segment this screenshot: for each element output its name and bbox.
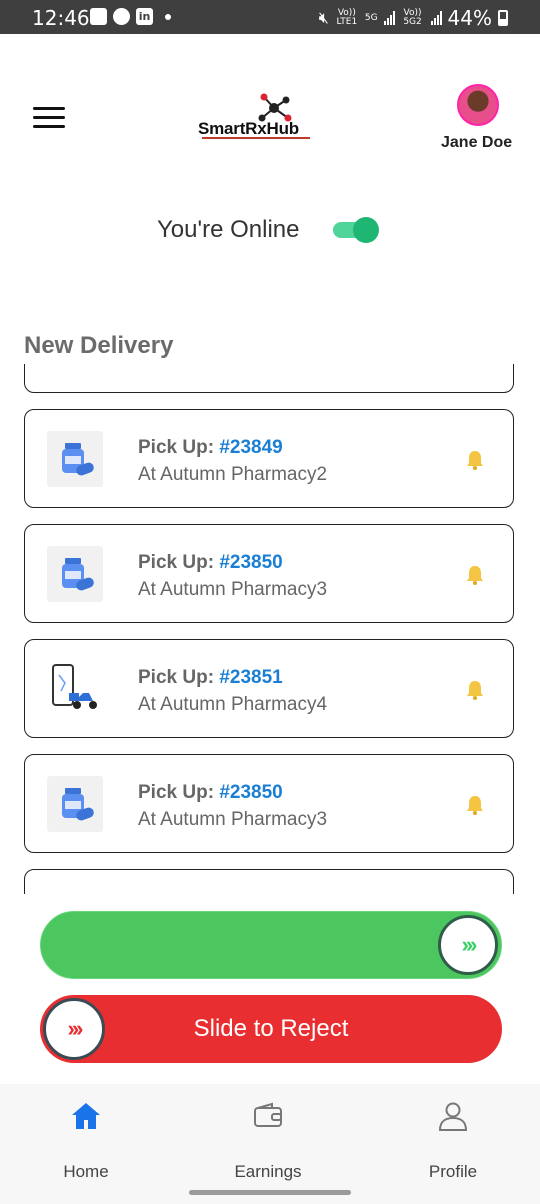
notification-icons: in: [90, 8, 171, 25]
online-toggle[interactable]: [333, 217, 379, 243]
pickup-location: At Autumn Pharmacy3: [138, 809, 328, 830]
accept-slider-handle[interactable]: ›››: [438, 915, 498, 975]
delivery-card[interactable]: Pick Up: #23851 At Autumn Pharmacy4: [24, 639, 514, 738]
mute-icon: 🔇︎: [318, 8, 329, 27]
section-title: New Delivery: [24, 332, 174, 359]
order-number[interactable]: #23850: [219, 552, 282, 573]
nav-earnings-label: Earnings: [234, 1162, 302, 1181]
delivery-card-partial-bottom[interactable]: [24, 869, 514, 894]
medicine-bottle-icon: [47, 776, 103, 832]
reject-slider[interactable]: ››› Slide to Reject: [40, 995, 502, 1063]
pickup-line: Pick Up: #23850: [138, 782, 283, 803]
network-lte1-label: Vo)) LTE1: [336, 8, 358, 27]
gallery-notification-icon: [90, 8, 107, 25]
order-number[interactable]: #23850: [219, 782, 282, 803]
online-status-label: You're Online: [157, 216, 300, 243]
network-5g2-label: Vo)) 5G2: [403, 8, 422, 27]
pickup-line: Pick Up: #23850: [138, 552, 283, 573]
delivery-scooter-icon: [47, 661, 103, 717]
battery-icon: [498, 10, 508, 26]
more-notifications-icon: [165, 13, 171, 20]
delivery-card[interactable]: Pick Up: #23850 At Autumn Pharmacy3: [24, 754, 514, 853]
order-number[interactable]: #23851: [219, 667, 282, 688]
chat-notification-icon: [113, 8, 130, 25]
bottom-navigation: Home Earnings Profile: [0, 1084, 540, 1204]
delivery-card[interactable]: Pick Up: #23850 At Autumn Pharmacy3: [24, 524, 514, 623]
toggle-knob: [353, 217, 379, 243]
order-number[interactable]: #23849: [219, 437, 282, 458]
delivery-card-partial-top[interactable]: [24, 364, 514, 393]
accept-slider[interactable]: ›››: [40, 911, 502, 979]
app-logo: SmartRxHub: [196, 92, 316, 142]
battery-percent: 44%: [447, 6, 492, 30]
medicine-bottle-icon: [47, 431, 103, 487]
pickup-location: At Autumn Pharmacy3: [138, 579, 328, 600]
medicine-bottle-icon: [47, 546, 103, 602]
delivery-card[interactable]: Pick Up: #23849 At Autumn Pharmacy2: [24, 409, 514, 508]
reject-slider-label: Slide to Reject: [193, 1015, 349, 1042]
pickup-line: Pick Up: #23849: [138, 437, 283, 458]
network-5g-label: 5G: [364, 12, 378, 23]
logo-text: SmartRxHub: [198, 119, 299, 138]
system-indicators: 🔇︎ Vo)) LTE1 5G Vo)) 5G2 44%: [319, 6, 508, 30]
nav-home-label: Home: [63, 1162, 109, 1181]
status-time: 12:46: [32, 6, 90, 30]
bell-icon[interactable]: [463, 678, 487, 702]
avatar[interactable]: [457, 84, 499, 126]
pickup-line: Pick Up: #23851: [138, 667, 283, 688]
delivery-list[interactable]: Pick Up: #23849 At Autumn Pharmacy2 Pick…: [0, 364, 540, 894]
pickup-location: At Autumn Pharmacy4: [138, 694, 328, 715]
user-icon: [437, 1100, 469, 1132]
signal-2-icon: [430, 11, 442, 25]
status-bar: 12:46 in 🔇︎ Vo)) LTE1 5G Vo)) 5G2 44%: [0, 0, 540, 34]
logo-tagline: [202, 137, 310, 139]
signal-1-icon: [383, 11, 395, 25]
wallet-icon: [252, 1100, 284, 1132]
hamburger-menu-icon[interactable]: [33, 107, 65, 129]
linkedin-notification-icon: in: [136, 8, 153, 25]
gesture-home-bar[interactable]: [189, 1190, 351, 1195]
bell-icon[interactable]: [463, 563, 487, 587]
bell-icon[interactable]: [463, 448, 487, 472]
pickup-location: At Autumn Pharmacy2: [138, 464, 328, 485]
home-icon: [70, 1100, 102, 1132]
user-name[interactable]: Jane Doe: [441, 134, 512, 152]
bell-icon[interactable]: [463, 793, 487, 817]
nav-profile-label: Profile: [428, 1162, 478, 1181]
